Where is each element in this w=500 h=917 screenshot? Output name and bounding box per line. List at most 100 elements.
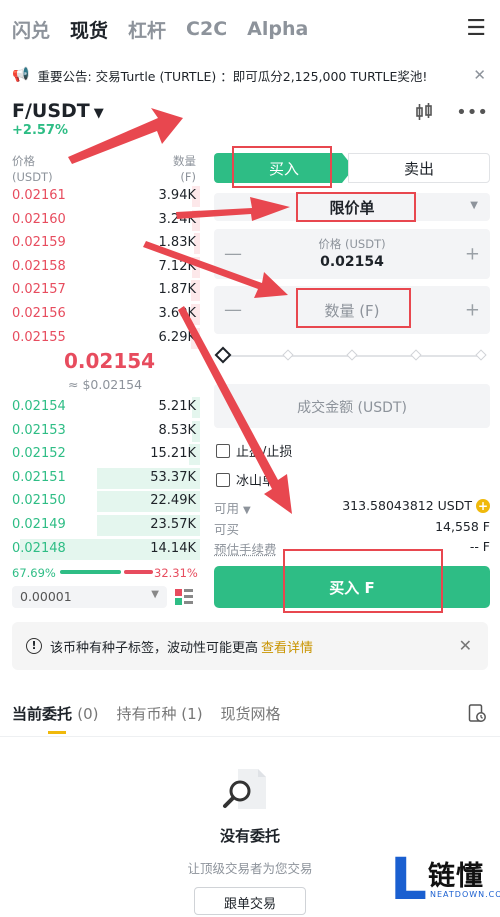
row-qty: 1.83K <box>158 235 196 251</box>
tab-holdings-label: 持有币种 <box>116 705 177 723</box>
row-price: 0.02154 <box>12 399 66 414</box>
row-price: 0.02156 <box>12 306 66 321</box>
row-price: 0.02161 <box>12 188 66 203</box>
order-history-icon[interactable] <box>468 703 486 723</box>
row-price: 0.02151 <box>12 469 66 485</box>
alert-details-link[interactable]: 查看详情 <box>261 637 313 656</box>
bid-row[interactable]: 0.02154 5.21K <box>0 396 200 419</box>
checkbox-icon <box>216 472 230 487</box>
row-qty: 5.21K <box>158 399 196 414</box>
total-placeholder: 成交金额 (USDT) <box>297 400 407 416</box>
slider-mark-50[interactable] <box>346 349 358 361</box>
info-icon: ! <box>26 638 42 654</box>
buy-ratio-bar <box>60 570 121 574</box>
slider-mark-75[interactable] <box>410 349 422 361</box>
price-label: 价格 (USDT) <box>318 237 386 251</box>
total-input[interactable]: 成交金额 (USDT) <box>214 384 490 428</box>
row-price: 0.02150 <box>12 493 66 509</box>
more-icon[interactable]: ••• <box>456 102 488 127</box>
row-qty: 3.24K <box>158 211 196 227</box>
tab-holdings-count: (1) <box>181 705 203 723</box>
row-qty: 23.57K <box>150 517 196 532</box>
ask-row[interactable]: 0.02161 3.94K <box>0 185 200 208</box>
amount-slider[interactable] <box>214 346 487 364</box>
copy-trading-button[interactable]: 跟单交易 <box>194 887 306 915</box>
bid-row[interactable]: 0.02149 23.57K <box>0 514 200 537</box>
bid-row[interactable]: 0.02152 15.21K <box>0 443 200 466</box>
bid-row[interactable]: 0.02151 53.37K <box>0 467 200 490</box>
ob-qty-unit: (F) <box>180 170 196 184</box>
available-label[interactable]: 可用 ▼ <box>214 498 251 517</box>
ask-row[interactable]: 0.02160 3.24K <box>0 209 200 232</box>
deposit-plus-icon[interactable]: + <box>476 499 490 513</box>
annotation-box-quantity <box>296 288 411 328</box>
available-amount: 313.58043812 USDT <box>342 498 472 513</box>
tab-convert[interactable]: 闪兑 <box>12 16 50 43</box>
row-qty: 3.94K <box>158 188 196 203</box>
ask-row[interactable]: 0.02158 7.12K <box>0 256 200 279</box>
slider-handle[interactable] <box>214 346 232 364</box>
row-price: 0.02149 <box>12 517 66 532</box>
ob-qty-header: 数量 (F) <box>170 153 196 185</box>
ask-row[interactable]: 0.02155 6.29K <box>0 327 200 350</box>
candlestick-icon[interactable] <box>414 102 434 127</box>
slider-mark-100[interactable] <box>475 349 487 361</box>
can-buy-label: 可买 <box>214 522 240 537</box>
logo-en: NEATDOWN.COM <box>430 890 500 899</box>
tab-sell[interactable]: 卖出 <box>348 153 490 183</box>
bid-row[interactable]: 0.02153 8.53K <box>0 420 200 443</box>
announcement-text: 重要公告: 交易Turtle (TURTLE) ：即可瓜分2,125,000 T… <box>37 68 428 84</box>
orderbook-layout-icon[interactable] <box>174 587 194 607</box>
ob-qty-title: 数量 <box>173 154 196 168</box>
tab-spot-grid-label: 现货网格 <box>220 705 281 723</box>
announcement-bar[interactable]: 📢 重要公告: 交易Turtle (TURTLE) ：即可瓜分2,125,000… <box>0 60 500 90</box>
close-icon[interactable]: ✕ <box>473 66 486 84</box>
row-qty: 8.53K <box>158 422 196 438</box>
row-price: 0.02148 <box>12 540 66 556</box>
tab-spot-grid[interactable]: 现货网格 <box>221 703 281 724</box>
row-price: 0.02160 <box>12 211 66 227</box>
close-icon[interactable]: ✕ <box>459 636 472 655</box>
tab-open-orders-label: 当前委托 <box>12 705 73 723</box>
last-price[interactable]: 0.02154 <box>64 349 155 373</box>
tick-size-select[interactable]: 0.00001 ▼ <box>12 586 167 608</box>
available-row: 可用 ▼ 313.58043812 USDT + <box>214 498 490 516</box>
pair-selector[interactable]: F/USDT ▼ <box>12 100 104 122</box>
tab-alpha[interactable]: Alpha <box>247 18 308 40</box>
row-qty: 7.12K <box>158 258 196 274</box>
logo-letter: L <box>390 845 427 913</box>
order-tabs: 当前委托 (0) 持有币种 (1) 现货网格 <box>12 703 299 724</box>
ask-row[interactable]: 0.02159 1.83K <box>0 232 200 255</box>
tab-spot[interactable]: 现货 <box>70 16 108 43</box>
annotation-box-order-type <box>296 192 416 222</box>
tp-sl-checkbox[interactable]: 止盈/止损 <box>216 441 292 460</box>
menu-icon[interactable]: ☰ <box>466 16 486 41</box>
price-change: +2.57% <box>12 123 68 138</box>
sell-ratio: 32.31% <box>154 566 198 580</box>
bid-row[interactable]: 0.02150 22.49K <box>0 490 200 513</box>
tp-sl-label: 止盈/止损 <box>236 445 293 460</box>
row-price: 0.02159 <box>12 235 66 251</box>
row-price: 0.02158 <box>12 258 66 274</box>
caret-down-icon: ▼ <box>93 106 104 121</box>
tab-holdings[interactable]: 持有币种 (1) <box>117 703 203 724</box>
row-qty: 22.49K <box>150 493 196 509</box>
ask-row[interactable]: 0.02157 1.87K <box>0 279 200 302</box>
tab-c2c[interactable]: C2C <box>186 18 227 40</box>
row-price: 0.02152 <box>12 446 66 462</box>
iceberg-checkbox[interactable]: 冰山单 <box>216 470 275 489</box>
caret-down-icon: ▼ <box>470 200 478 211</box>
bid-row[interactable]: 0.02148 14.14K <box>0 538 200 561</box>
tab-open-orders[interactable]: 当前委托 (0) <box>12 703 99 724</box>
ask-row[interactable]: 0.02156 3.60K <box>0 303 200 326</box>
divider <box>0 736 500 737</box>
qty-increase-button[interactable]: + <box>465 300 480 321</box>
row-qty: 3.60K <box>158 306 196 321</box>
price-increase-button[interactable]: + <box>465 244 480 265</box>
caret-down-icon: ▼ <box>243 505 251 516</box>
fee-label[interactable]: 预估手续费 <box>214 539 277 558</box>
price-input[interactable]: — 价格 (USDT) 0.02154 + <box>214 229 490 279</box>
slider-mark-25[interactable] <box>282 349 294 361</box>
tab-margin[interactable]: 杠杆 <box>128 16 166 43</box>
available-label-text: 可用 <box>214 501 240 516</box>
